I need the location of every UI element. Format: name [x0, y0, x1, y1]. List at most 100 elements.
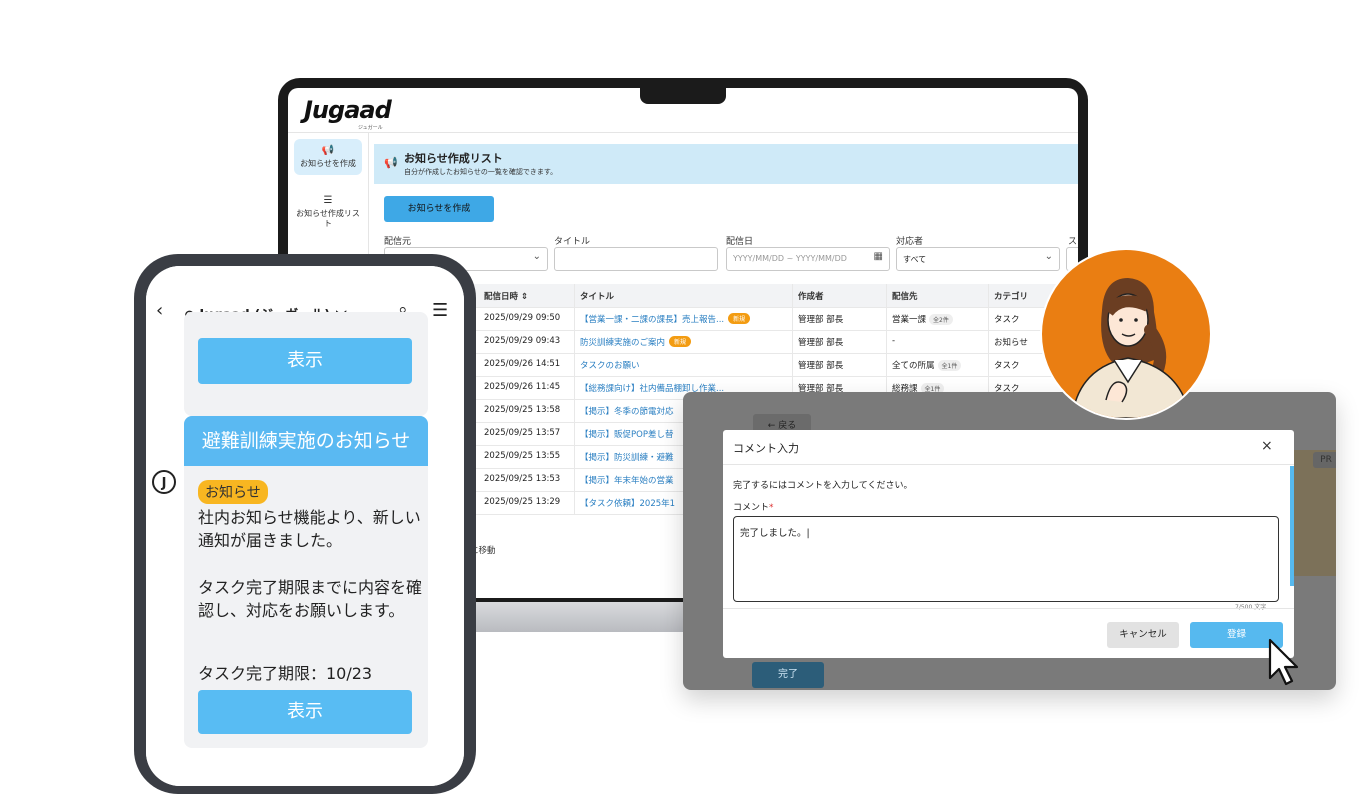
date-placeholder: YYYY/MM/DD ~ YYYY/MM/DD: [733, 254, 847, 263]
col-divider: [574, 468, 575, 491]
pr-badge: PR: [1313, 452, 1336, 468]
show-button[interactable]: 表示: [198, 338, 412, 384]
sidebar-item-label: お知らせ作成リスト: [296, 209, 360, 228]
back-icon[interactable]: ‹: [156, 300, 163, 321]
row-author: 管理部 部長: [798, 313, 888, 325]
col-divider: [792, 284, 793, 307]
row-date-text: 2025/09/25 13:58: [484, 405, 561, 415]
message-text-2: タスク完了期限までに内容を確認し、対応をお願いします。: [198, 578, 423, 620]
table-row[interactable]: 2025/09/29 09:43 防災訓練実施のご案内 新規 管理部 部長 - お知らせ: [384, 330, 1078, 354]
message-card: 避難訓練実施のお知らせ お知らせ 社内お知らせ機能より、新しい通知が届きました。…: [184, 416, 428, 748]
row-author-text: 管理部 部長: [798, 361, 844, 371]
row-date: 2025/09/25 13:29: [484, 497, 574, 507]
filter-assignee-select[interactable]: すべて ⌄: [896, 247, 1060, 271]
col-divider: [574, 445, 575, 468]
row-date-text: 2025/09/26 11:45: [484, 382, 561, 392]
col-destination: 配信先: [892, 292, 918, 302]
col-divider: [988, 284, 989, 307]
sidebar-item-label: お知らせを作成: [300, 159, 356, 168]
col-date[interactable]: 配信日時 ⇕: [484, 290, 574, 302]
row-title-link[interactable]: タスクのお願い: [580, 359, 785, 371]
filter-date-label: 配信日: [726, 237, 754, 247]
header-divider: [288, 132, 1078, 133]
row-date-text: 2025/09/25 13:57: [484, 428, 561, 438]
divider: [723, 608, 1294, 609]
page-header: 📢 お知らせ作成リスト 自分が作成したお知らせの一覧を確認できます。: [374, 144, 1078, 184]
deadline-text: タスク完了期限：10/23: [198, 664, 373, 683]
chevron-down-icon: ⌄: [532, 251, 541, 262]
cancel-button[interactable]: キャンセル: [1107, 622, 1179, 648]
row-author: 管理部 部長: [798, 336, 888, 348]
assignee-value: すべて: [903, 255, 927, 264]
col-divider: [574, 491, 575, 514]
background-panel: [1289, 450, 1336, 576]
row-title-link-text: タスクのお願い: [580, 361, 640, 371]
comment-textarea[interactable]: 完了しました。|: [733, 516, 1279, 602]
count-badge: 全2件: [929, 314, 953, 325]
row-category-text: タスク: [994, 361, 1020, 371]
row-date-text: 2025/09/29 09:50: [484, 313, 561, 323]
done-button[interactable]: 完了: [752, 662, 824, 688]
row-date-text: 2025/09/29 09:43: [484, 336, 561, 346]
row-title-link[interactable]: 【営業一課・二課の課長】売上報告... 新規: [580, 313, 785, 325]
row-category-text: タスク: [994, 315, 1020, 325]
phone-screen: ‹ ⊕ Jugaad (ジュガール) ⋊ ⌕ ☰ 表示 J 避難訓練実施のお知ら…: [146, 266, 464, 786]
dialog-title: コメント入力: [733, 442, 799, 455]
message-card-previous: 表示: [184, 312, 428, 416]
mouse-cursor-icon: [1268, 638, 1299, 686]
brand-logo: Jugaad: [304, 96, 392, 124]
required-mark: *: [769, 503, 774, 513]
row-date: 2025/09/26 11:45: [484, 382, 574, 392]
create-notice-button[interactable]: お知らせを作成: [384, 196, 494, 222]
message-text-1: 社内お知らせ機能より、新しい通知が届きました。: [198, 508, 421, 550]
new-badge: 新規: [669, 336, 692, 347]
col-divider: [792, 353, 793, 376]
row-title-link-text: 【掲示】販促POP差し替: [580, 430, 674, 440]
row-destination-text: 営業一課: [892, 315, 927, 325]
chat-body: 表示 J 避難訓練実施のお知らせ お知らせ 社内お知らせ機能より、新しい通知が届…: [146, 312, 464, 786]
row-title-link-text: 【掲示】防災訓練・避難: [580, 453, 674, 463]
menu-icon[interactable]: ☰: [432, 300, 448, 321]
col-divider: [792, 330, 793, 353]
filter-title-input[interactable]: [554, 247, 718, 271]
col-title: タイトル: [580, 292, 615, 302]
page-title: お知らせ作成リスト: [404, 152, 503, 165]
row-category-text: お知らせ: [994, 338, 1028, 348]
table-row[interactable]: 2025/09/29 09:50 【営業一課・二課の課長】売上報告... 新規 管理部…: [384, 307, 1078, 331]
row-date-text: 2025/09/25 13:53: [484, 474, 561, 484]
show-button[interactable]: 表示: [198, 690, 412, 734]
dialog-instruction: 完了するにはコメントを入力してください。: [733, 481, 913, 491]
table-header: 配信日時 ⇕ タイトル 作成者 配信先 カテゴリ: [384, 284, 1078, 308]
col-author: 作成者: [798, 292, 824, 302]
col-divider: [886, 353, 887, 376]
sidebar-item-list[interactable]: ☰ お知らせ作成リスト: [294, 189, 362, 234]
row-title-link-text: 【掲示】年末年始の営業: [580, 476, 674, 486]
filter-date-input[interactable]: YYYY/MM/DD ~ YYYY/MM/DD ▦: [726, 247, 890, 271]
comment-label: コメント*: [733, 500, 774, 513]
scrollbar[interactable]: [1290, 466, 1294, 586]
row-date: 2025/09/29 09:43: [484, 336, 574, 346]
col-divider: [886, 330, 887, 353]
row-destination: -: [892, 336, 987, 346]
row-date-text: 2025/09/25 13:29: [484, 497, 561, 507]
megaphone-icon: 📢: [384, 156, 398, 169]
filter-source-label: 配信元: [384, 237, 412, 247]
col-divider: [574, 376, 575, 399]
col-divider: [988, 330, 989, 353]
row-date: 2025/09/25 13:55: [484, 451, 574, 461]
comment-dialog: コメント入力 × 完了するにはコメントを入力してください。 コメント* 完了しま…: [723, 430, 1294, 658]
row-date: 2025/09/25 13:58: [484, 405, 574, 415]
close-icon[interactable]: ×: [1261, 438, 1273, 454]
row-date: 2025/09/29 09:50: [484, 313, 574, 323]
row-author: 管理部 部長: [798, 359, 888, 371]
row-title-link[interactable]: 防災訓練実施のご案内 新規: [580, 336, 785, 348]
col-divider: [988, 353, 989, 376]
laptop-camera-notch: [640, 84, 726, 104]
table-row[interactable]: 2025/09/26 14:51 タスクのお願い 管理部 部長 全ての所属 全1件 タスク: [384, 353, 1078, 377]
sidebar-item-create[interactable]: 📢 お知らせを作成: [294, 139, 362, 175]
filter-extra-label: ス: [1068, 237, 1078, 247]
row-title-link-text: 【営業一課・二課の課長】売上報告...: [580, 315, 725, 325]
col-divider: [574, 422, 575, 445]
col-divider: [792, 307, 793, 330]
bot-avatar: J: [152, 470, 176, 494]
